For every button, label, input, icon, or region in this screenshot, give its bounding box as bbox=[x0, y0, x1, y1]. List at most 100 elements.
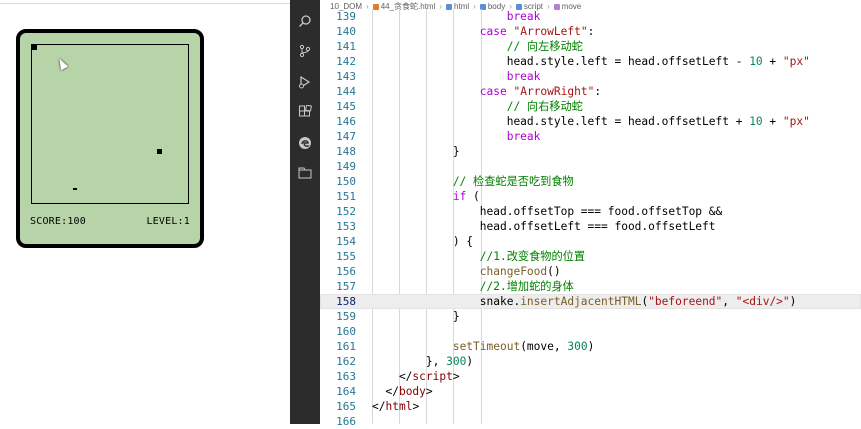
code-line[interactable]: 163 </script> bbox=[320, 369, 861, 384]
source-control-icon[interactable] bbox=[298, 44, 312, 58]
code-line[interactable]: 139 break bbox=[320, 9, 861, 24]
line-number: 163 bbox=[336, 370, 356, 383]
code-token: + bbox=[762, 55, 783, 68]
code-text: snake.insertAdjacentHTML("beforeend", "<… bbox=[372, 294, 797, 309]
code-token: case bbox=[479, 85, 507, 98]
line-number: 164 bbox=[336, 385, 356, 398]
code-line[interactable]: 145 // 向右移动蛇 bbox=[320, 99, 861, 114]
folder-icon[interactable] bbox=[298, 166, 312, 180]
line-number: 146 bbox=[336, 115, 356, 128]
code-text: break bbox=[372, 9, 541, 24]
code-text: head.offsetLeft === food.offsetLeft bbox=[372, 219, 716, 234]
search-icon[interactable] bbox=[298, 14, 312, 28]
code-token: if bbox=[452, 190, 467, 203]
code-text: </body> bbox=[372, 384, 432, 399]
code-token: } bbox=[372, 145, 460, 158]
code-line[interactable]: 156 changeFood() bbox=[320, 264, 861, 279]
line-number: 143 bbox=[336, 70, 356, 83]
game-stage bbox=[31, 44, 189, 204]
line-number: 154 bbox=[336, 235, 356, 248]
code-token: snake. bbox=[372, 295, 521, 308]
code-token: break bbox=[372, 130, 541, 143]
code-text: setTimeout(move, 300) bbox=[372, 339, 594, 354]
line-number: 151 bbox=[336, 190, 356, 203]
code-text: } bbox=[372, 309, 460, 324]
code-line[interactable]: 166 bbox=[320, 414, 861, 429]
code-token: case bbox=[479, 25, 507, 38]
code-line[interactable]: 162 }, 300) bbox=[320, 354, 861, 369]
extensions-icon[interactable] bbox=[298, 105, 312, 119]
code-editor[interactable]: 10_DOM › 44_贪食蛇.html › html › body › script › move… bbox=[320, 0, 861, 428]
code-token: head.offsetLeft === food.offsetLeft bbox=[372, 220, 716, 233]
code-token: > bbox=[412, 400, 420, 413]
code-text: head.style.left = head.offsetLeft - 10 +… bbox=[372, 54, 810, 69]
code-line[interactable]: 157 //2.增加蛇的身体 bbox=[320, 279, 861, 294]
run-debug-icon[interactable] bbox=[298, 75, 312, 89]
line-number: 142 bbox=[336, 55, 356, 68]
code-text: }, 300) bbox=[372, 354, 473, 369]
code-token: "beforeend" bbox=[648, 295, 723, 308]
code-token: } bbox=[372, 310, 460, 323]
code-token: </ bbox=[372, 370, 413, 383]
code-token: "ArrowRight" bbox=[513, 85, 595, 98]
code-line[interactable]: 159 } bbox=[320, 309, 861, 324]
code-text: changeFood() bbox=[372, 264, 561, 279]
code-line[interactable]: 160 bbox=[320, 324, 861, 339]
code-line[interactable]: 146 head.style.left = head.offsetLeft + … bbox=[320, 114, 861, 129]
code-token: (move, bbox=[520, 340, 568, 353]
code-text: case "ArrowLeft": bbox=[372, 24, 595, 39]
code-token: : bbox=[587, 25, 595, 38]
code-line[interactable]: 147 break bbox=[320, 129, 861, 144]
code-line[interactable]: 154 ) { bbox=[320, 234, 861, 249]
code-text: //1.改变食物的位置 bbox=[372, 249, 585, 264]
code-line[interactable]: 142 head.style.left = head.offsetLeft - … bbox=[320, 54, 861, 69]
code-token: setTimeout bbox=[452, 340, 521, 353]
code-token: break bbox=[372, 10, 541, 23]
level-label: LEVEL:1 bbox=[146, 216, 190, 227]
code-text: // 向左移动蛇 bbox=[372, 39, 583, 54]
code-line[interactable]: 153 head.offsetLeft === food.offsetLeft bbox=[320, 219, 861, 234]
code-line[interactable]: 158 snake.insertAdjacentHTML("beforeend"… bbox=[320, 294, 861, 309]
code-line[interactable]: 143 break bbox=[320, 69, 861, 84]
code-token: ) { bbox=[372, 235, 474, 248]
activity-bar bbox=[290, 0, 320, 424]
code-token: changeFood bbox=[479, 265, 548, 278]
code-line[interactable]: 161 setTimeout(move, 300) bbox=[320, 339, 861, 354]
line-number: 152 bbox=[336, 205, 356, 218]
line-number: 162 bbox=[336, 355, 356, 368]
code-token: // 向左移动蛇 bbox=[372, 40, 583, 53]
code-text: // 检查蛇是否吃到食物 bbox=[372, 174, 574, 189]
line-number: 160 bbox=[336, 325, 356, 338]
code-token: , bbox=[722, 295, 736, 308]
code-line[interactable]: 151 if ( bbox=[320, 189, 861, 204]
edge-icon[interactable] bbox=[298, 136, 312, 150]
code-line[interactable]: 155 //1.改变食物的位置 bbox=[320, 249, 861, 264]
code-text: break bbox=[372, 69, 541, 84]
code-text: ) { bbox=[372, 234, 473, 249]
code-token: 10 bbox=[749, 115, 763, 128]
line-number: 155 bbox=[336, 250, 356, 263]
line-number: 153 bbox=[336, 220, 356, 233]
code-line[interactable]: 144 case "ArrowRight": bbox=[320, 84, 861, 99]
code-line[interactable]: 152 head.offsetTop === food.offsetTop && bbox=[320, 204, 861, 219]
line-number: 149 bbox=[336, 160, 356, 173]
browser-page: SCORE:100 LEVEL:1 bbox=[0, 0, 290, 424]
line-number: 147 bbox=[336, 130, 356, 143]
code-token: head.style.left = head.offsetLeft - bbox=[372, 55, 750, 68]
code-line[interactable]: 148 } bbox=[320, 144, 861, 159]
code-line[interactable]: 141 // 向左移动蛇 bbox=[320, 39, 861, 54]
code-line[interactable]: 140 case "ArrowLeft": bbox=[320, 24, 861, 39]
line-number: 158 bbox=[336, 295, 356, 308]
code-line[interactable]: 164 </body> bbox=[320, 384, 861, 399]
code-line[interactable]: 165 </html> bbox=[320, 399, 861, 414]
code-token: </ bbox=[372, 385, 399, 398]
code-line[interactable]: 149 bbox=[320, 159, 861, 174]
code-line[interactable]: 150 // 检查蛇是否吃到食物 bbox=[320, 174, 861, 189]
code-token: // 向右移动蛇 bbox=[372, 100, 583, 113]
score-label: SCORE:100 bbox=[30, 216, 86, 227]
code-token: 300 bbox=[567, 340, 588, 353]
line-number: 166 bbox=[336, 415, 356, 428]
code-text: head.style.left = head.offsetLeft + 10 +… bbox=[372, 114, 810, 129]
